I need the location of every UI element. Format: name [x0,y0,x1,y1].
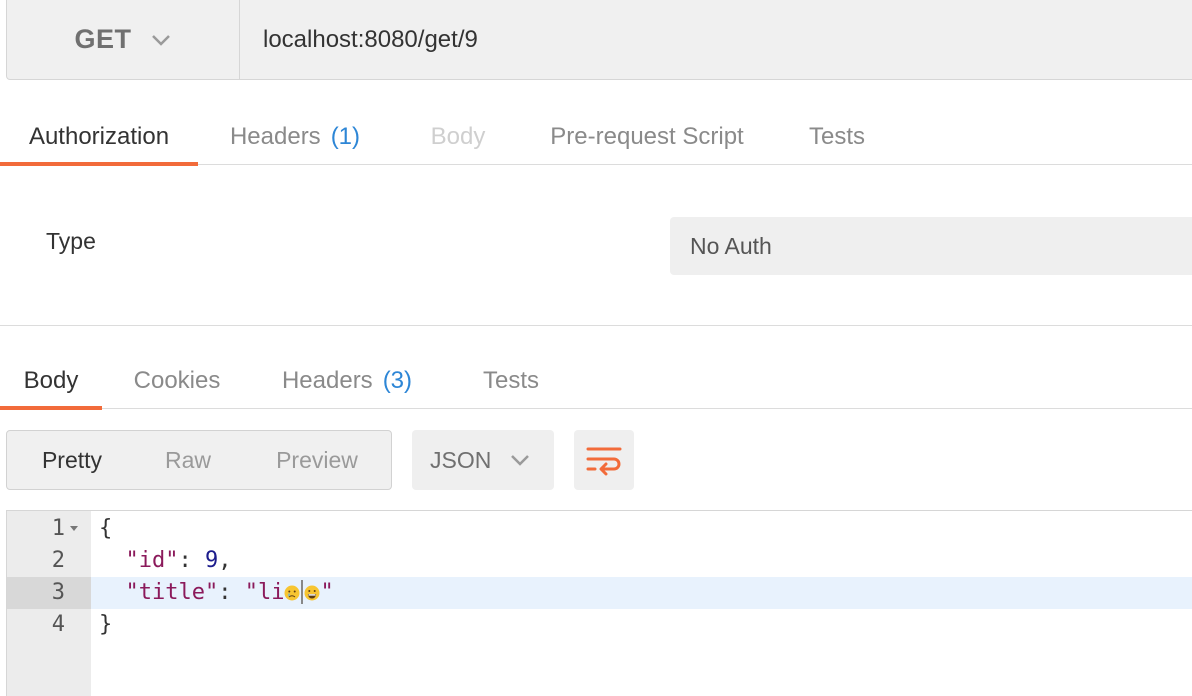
wrap-lines-button[interactable] [574,430,634,490]
url-input[interactable]: localhost:8080/get/9 [263,0,478,79]
view-preview-button[interactable]: Preview [257,431,377,489]
format-label: JSON [430,446,492,473]
tab-body[interactable]: Body [410,109,506,165]
fold-caret-icon[interactable] [70,526,78,531]
json-number: 9 [204,548,219,573]
code-text: "id": 9, [125,548,232,573]
response-body-editor[interactable]: 1 { 2 "id": 9, 3 "title": "li " 4 } [6,510,1192,696]
crying-face-emoji [284,585,300,601]
request-tabs: Authorization Headers (1) Body Pre-reque… [0,109,1192,166]
line-number: 1 [51,516,65,541]
line-number: 3 [51,580,65,605]
tab-authorization[interactable]: Authorization [0,109,198,166]
text-cursor [301,580,304,604]
line-number: 4 [51,612,65,637]
json-key: "id" [125,548,179,573]
view-pretty-button[interactable]: Pretty [17,431,127,489]
json-key: "title" [125,580,219,605]
url-text: localhost:8080/get/9 [263,25,478,53]
tab-tests[interactable]: Tests [792,109,882,165]
tab-cookies[interactable]: Cookies [118,353,236,409]
code-text: { [99,516,113,541]
chevron-down-icon [151,34,170,46]
code-line: 2 "id": 9, [7,545,1192,577]
code-text: "title": "li " [125,580,334,605]
tab-headers[interactable]: Headers (1) [210,109,380,165]
method-label: GET [74,24,132,54]
wrap-lines-icon [586,447,622,476]
code-line: 1 { [7,513,1192,545]
view-mode-group: Pretty Raw Preview [6,430,392,490]
code-line-active: 3 "title": "li " [7,577,1192,609]
format-dropdown[interactable]: JSON [412,430,554,490]
code-text: } [99,612,113,637]
type-label: Type [46,228,96,254]
code-line: 4 } [7,609,1192,641]
line-number: 2 [51,548,65,573]
authorization-panel: Type No Auth [0,166,1192,326]
json-string: "li " [244,580,334,605]
tab-response-headers[interactable]: Headers (3) [266,353,428,409]
tab-response-body[interactable]: Body [0,353,102,410]
tab-response-tests[interactable]: Tests [466,353,556,409]
chevron-down-icon [511,455,530,466]
response-headers-count: (3) [382,367,413,394]
tab-pre-request-script[interactable]: Pre-request Script [530,109,764,165]
request-bar: GET localhost:8080/get/9 [6,0,1192,80]
view-raw-button[interactable]: Raw [143,431,233,489]
response-tabs: Body Cookies Headers (3) Tests [0,353,1192,410]
grinning-face-emoji [304,585,320,601]
method-dropdown[interactable]: GET [7,0,240,79]
postman-window: GET localhost:8080/get/9 Authorization H… [0,0,1192,696]
auth-type-value: No Auth [690,232,772,259]
headers-count: (1) [330,123,361,150]
auth-type-select[interactable]: No Auth [670,217,1192,275]
